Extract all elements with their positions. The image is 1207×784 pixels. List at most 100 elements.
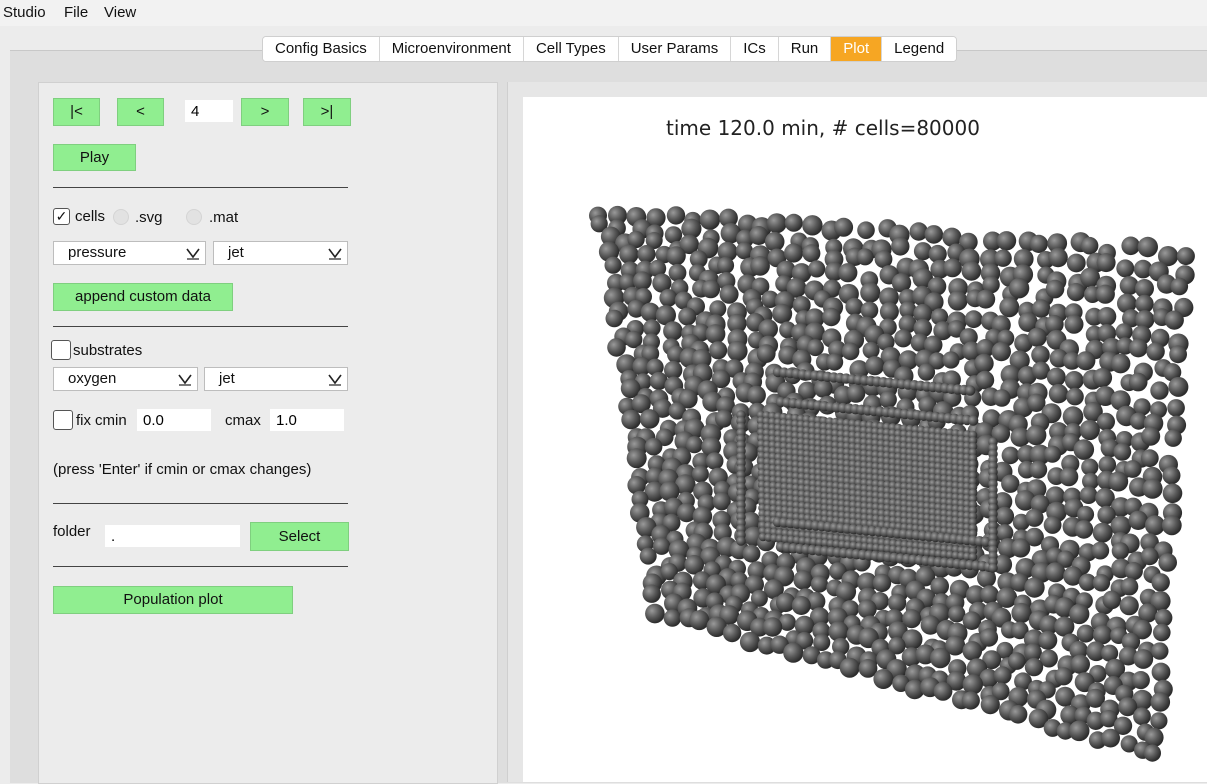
cell-sphere [664, 226, 683, 244]
folder-input[interactable] [105, 525, 240, 547]
cell-sphere [1101, 728, 1120, 748]
mat-label: .mat [209, 209, 239, 226]
cell-scalar-select[interactable]: pressure [53, 241, 206, 265]
cell-sphere [1131, 671, 1150, 690]
tab-microenvironment[interactable]: Microenvironment [379, 37, 524, 61]
fix-label: fix [76, 412, 91, 429]
cell-sphere [1068, 720, 1090, 742]
cell-sphere [1096, 253, 1116, 273]
cells-label: cells [75, 208, 106, 225]
cell-sphere [1024, 657, 1044, 677]
cell-sphere [727, 340, 748, 362]
divider [53, 326, 348, 327]
cell-sphere [637, 245, 656, 264]
cell-sphere [1128, 338, 1148, 358]
cell-sphere [1031, 345, 1050, 365]
cell-sphere [666, 246, 686, 266]
substrate-colormap-select[interactable]: jet [204, 367, 348, 391]
tab-user-params[interactable]: User Params [618, 37, 732, 61]
cell-sphere [839, 657, 860, 678]
cell-sphere [979, 628, 999, 647]
cell-sphere [668, 263, 687, 282]
cell-sphere [975, 370, 995, 390]
cell-sphere [996, 231, 1017, 251]
cell-sphere [1164, 310, 1184, 330]
cell-sphere [1111, 542, 1130, 560]
cell-sphere [968, 415, 979, 426]
cell-sphere [814, 379, 833, 398]
tab-cell-types[interactable]: Cell Types [523, 37, 619, 61]
tab-ics[interactable]: ICs [731, 37, 779, 61]
cell-sphere [964, 310, 983, 329]
cell-sphere [838, 263, 858, 283]
divider [53, 566, 348, 567]
substrates-checkbox[interactable] [51, 340, 71, 360]
cell-sphere [860, 282, 881, 303]
menu-studio[interactable]: Studio [3, 4, 46, 21]
cell-sphere [689, 610, 710, 631]
cell-sphere [719, 284, 739, 304]
mat-radio[interactable] [186, 209, 202, 225]
cell-sphere [1043, 445, 1061, 463]
last-frame-button[interactable]: >| [303, 98, 351, 126]
cmax-input[interactable] [270, 409, 344, 431]
cell-sphere [1128, 372, 1148, 392]
cell-sphere [1008, 652, 1026, 670]
cell-sphere [1046, 367, 1066, 387]
menu-file[interactable]: File [64, 4, 88, 21]
cell-sphere [1008, 705, 1028, 724]
menu-view[interactable]: View [104, 4, 136, 21]
cell-sphere [604, 256, 622, 274]
cell-sphere [772, 303, 793, 324]
divider [53, 503, 348, 504]
chevron-down-icon [178, 374, 192, 386]
cells-3d-render [589, 205, 1195, 762]
tab-plot[interactable]: Plot [831, 37, 883, 61]
cells-checkbox[interactable]: ✓ [53, 208, 70, 225]
cell-sphere [784, 213, 803, 232]
cell-sphere [717, 256, 735, 274]
cell-sphere [1161, 515, 1182, 536]
cell-sphere [1158, 553, 1177, 572]
svg-radio[interactable] [113, 209, 129, 225]
plot-canvas[interactable]: time 120.0 min, # cells=80000 [523, 97, 1207, 782]
cell-sphere [1140, 547, 1159, 566]
cell-sphere [802, 215, 823, 236]
tab-config-basics[interactable]: Config Basics [263, 37, 380, 61]
next-frame-button[interactable]: > [241, 98, 289, 126]
frame-input[interactable] [185, 100, 233, 122]
cell-sphere [917, 363, 936, 381]
cell-sphere [826, 353, 844, 371]
append-custom-data-button[interactable]: append custom data [53, 283, 233, 311]
play-button[interactable]: Play [53, 144, 136, 171]
tab-run[interactable]: Run [778, 37, 832, 61]
cell-sphere [993, 666, 1012, 685]
substrate-select[interactable]: oxygen [53, 367, 198, 391]
cell-sphere [873, 669, 894, 689]
cell-sphere [1153, 623, 1171, 642]
population-plot-button[interactable]: Population plot [53, 586, 293, 614]
fix-checkbox[interactable] [53, 410, 73, 430]
cell-sphere [965, 385, 976, 396]
select-folder-button[interactable]: Select [250, 522, 349, 551]
cell-sphere [1097, 307, 1117, 326]
cell-sphere [705, 452, 724, 470]
cell-sphere [1151, 642, 1169, 660]
cell-sphere [962, 641, 983, 661]
cell-sphere [1151, 573, 1170, 592]
prev-frame-button[interactable]: < [117, 98, 164, 126]
cmin-input[interactable] [137, 409, 211, 431]
cell-sphere [1110, 353, 1131, 374]
first-frame-button[interactable]: |< [53, 98, 100, 126]
cell-colormap-select[interactable]: jet [213, 241, 348, 265]
cell-sphere [784, 243, 804, 263]
chevron-down-icon [186, 248, 200, 260]
cell-sphere [715, 409, 733, 428]
cell-sphere [846, 384, 866, 403]
tab-legend[interactable]: Legend [882, 37, 957, 61]
cell-sphere [1045, 279, 1065, 299]
cell-sphere [1168, 376, 1189, 397]
cell-sphere [1029, 460, 1048, 479]
tab-bar: Config Basics Microenvironment Cell Type… [262, 36, 958, 62]
cell-sphere [1151, 662, 1171, 682]
